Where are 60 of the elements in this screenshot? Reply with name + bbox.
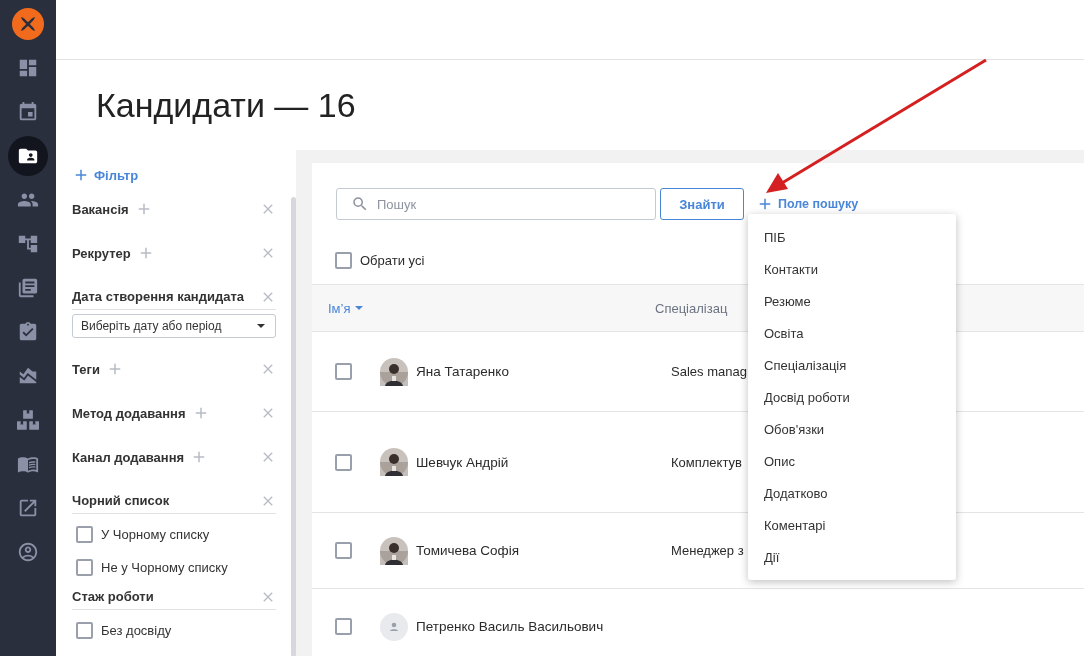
search-icon — [351, 195, 369, 213]
add-search-field-link[interactable]: Поле пошуку — [756, 195, 859, 213]
candidate-name[interactable]: Томичева Софія — [416, 543, 520, 558]
menu-item[interactable]: Резюме — [748, 285, 956, 317]
filter-label: Канал додавання — [72, 449, 185, 465]
specialization-cell: Менеджер з — [671, 543, 744, 558]
select-all-label: Обрати усі — [360, 252, 425, 268]
menu-item[interactable]: Додатково — [748, 477, 956, 509]
menu-item[interactable]: Контакти — [748, 253, 956, 285]
external-link-icon — [17, 497, 39, 519]
scrollbar[interactable] — [291, 197, 296, 656]
filter-label: Стаж роботи — [72, 589, 154, 604]
account-icon — [17, 541, 39, 563]
date-select[interactable]: Виберіть дату або період — [72, 314, 276, 338]
sort-caret-icon — [355, 306, 364, 310]
menu-item[interactable]: Дії — [748, 541, 956, 573]
filter-label: Метод додавання — [72, 405, 186, 421]
menu-item[interactable]: Коментарі — [748, 509, 956, 541]
checklist-icon — [17, 321, 39, 343]
option-label: У Чорному списку — [101, 527, 210, 542]
filter-label: Чорний список — [72, 493, 170, 508]
checkbox[interactable] — [335, 251, 352, 269]
menu-item[interactable]: Досвід роботи — [748, 381, 956, 413]
checkbox[interactable] — [76, 622, 93, 639]
checkbox[interactable] — [76, 559, 93, 576]
add-filter-link[interactable]: Фільтр — [72, 164, 276, 186]
specialization-cell: Комплектув — [671, 454, 742, 470]
candidate-name[interactable]: Яна Татаренко — [416, 364, 509, 379]
option-label: Без досвіду — [101, 623, 172, 638]
menu-item[interactable]: ПІБ — [748, 221, 956, 253]
caret-icon — [257, 324, 265, 328]
checkbox[interactable] — [335, 363, 352, 380]
candidate-name[interactable]: Петренко Василь Васильович — [416, 619, 604, 634]
option-label: Не у Чорному списку — [101, 560, 228, 575]
column-header[interactable]: Ім’я — [328, 300, 351, 316]
documents-icon — [17, 277, 39, 299]
dashboard-icon — [17, 57, 39, 79]
checkbox[interactable] — [76, 526, 93, 543]
logo-icon[interactable] — [12, 8, 44, 40]
checkbox[interactable] — [335, 453, 352, 471]
find-button[interactable]: Знайти — [660, 188, 744, 220]
nav-button[interactable] — [8, 136, 48, 176]
page-title: Кандидати — 16 — [96, 85, 356, 125]
column-header[interactable]: Спеціалізац — [655, 300, 728, 316]
boxes-icon — [17, 409, 39, 431]
checkbox[interactable] — [335, 542, 352, 559]
menu-item[interactable]: Освіта — [748, 317, 956, 349]
menu-item[interactable]: Обов'язки — [748, 413, 956, 445]
flow-icon — [17, 233, 39, 255]
filter-label: Рекрутер — [72, 245, 131, 261]
candidate-name[interactable]: Шевчук Андрій — [416, 454, 509, 470]
menu-item[interactable]: Спеціалізація — [748, 349, 956, 381]
menu-item[interactable]: Опис — [748, 445, 956, 477]
calendar-icon — [17, 101, 39, 123]
filter-label: Дата створення кандидата — [72, 289, 245, 304]
specialization-cell: Sales manag — [671, 364, 747, 379]
search-field[interactable]: Пошук — [336, 188, 656, 220]
filter-label: Вакансія — [72, 201, 129, 217]
filter-label: Теги — [72, 361, 100, 377]
checkbox[interactable] — [335, 618, 352, 635]
